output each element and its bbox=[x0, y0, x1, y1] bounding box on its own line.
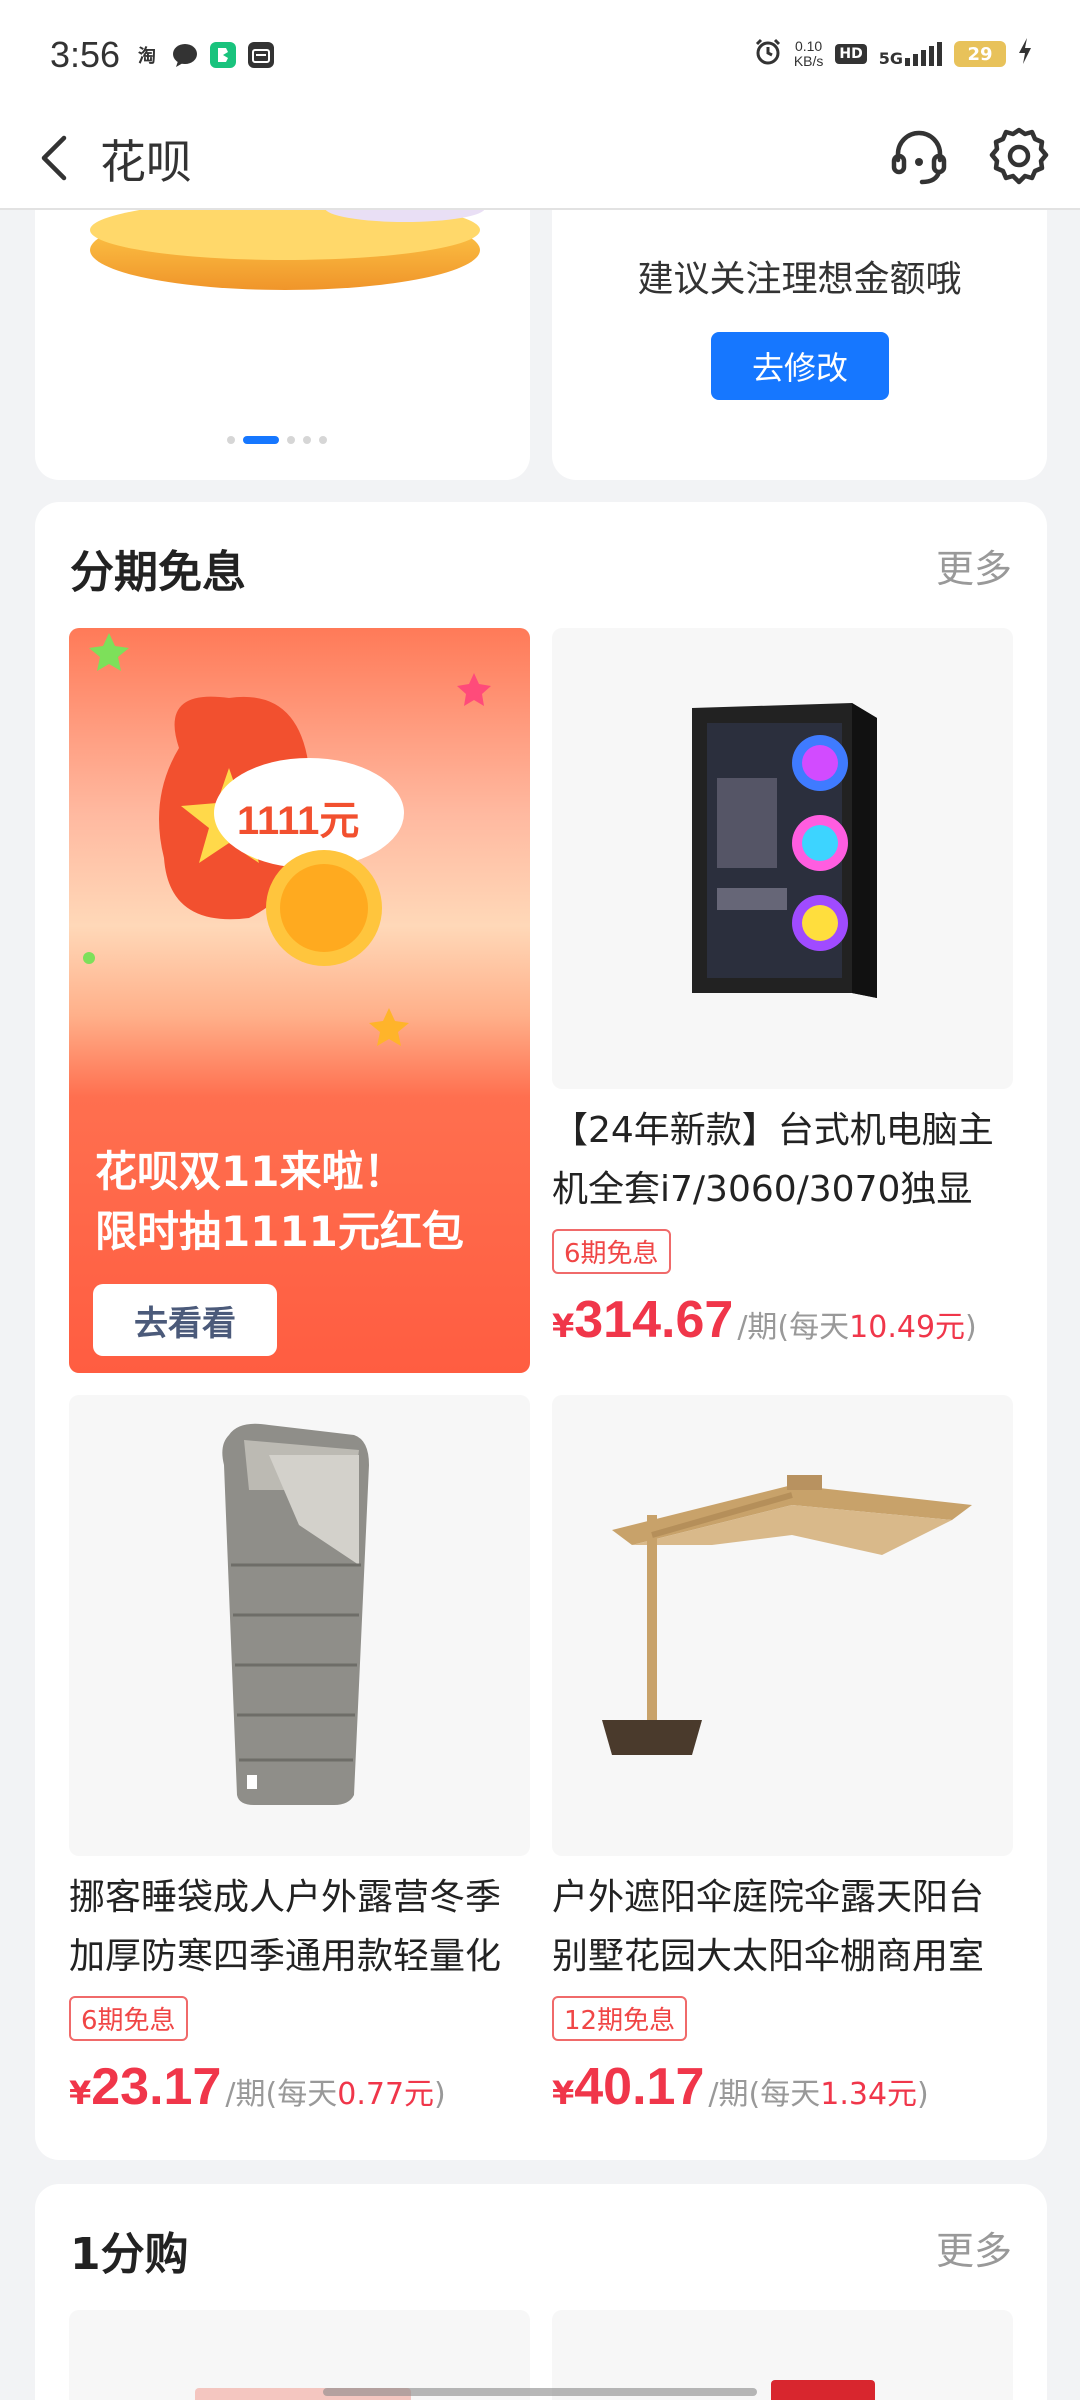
green-app-icon bbox=[210, 42, 236, 68]
ideal-amount-hint: 建议关注理想金额哦 bbox=[637, 259, 962, 300]
status-indicators: 0.10 KB/s HD 5G 29 bbox=[754, 38, 1032, 70]
status-time: 3:56 bbox=[50, 34, 121, 75]
product-image bbox=[552, 628, 1013, 1089]
section-title: 1分购 bbox=[70, 2229, 189, 2280]
hd-badge: HD bbox=[835, 44, 867, 64]
back-icon[interactable] bbox=[28, 128, 88, 188]
carousel-card[interactable] bbox=[35, 180, 530, 480]
daily-cost: (每天0.77元) bbox=[265, 2077, 446, 2112]
carousel-dot bbox=[287, 436, 295, 444]
battery-icon: 29 bbox=[954, 41, 1006, 67]
product-title: 挪客睡袋成人户外露营冬季加厚防寒四季通用款轻量化 bbox=[69, 1877, 502, 1977]
installment-tag: 6期免息 bbox=[69, 1996, 188, 2041]
daily-cost: (每天10.49元) bbox=[777, 1310, 977, 1345]
product-card[interactable]: 挪客睡袋成人户外露营冬季加厚防寒四季通用款轻量化 6期免息 ¥ 23.17 /期… bbox=[69, 1395, 530, 2117]
section-title: 分期免息 bbox=[70, 547, 246, 598]
carousel-dot bbox=[319, 436, 327, 444]
charging-icon bbox=[1018, 38, 1032, 70]
banner-subline: 限时抽1111元红包 bbox=[95, 1207, 464, 1256]
signal-indicator: 5G bbox=[878, 42, 942, 68]
installment-price: 40.17 bbox=[574, 2058, 705, 2116]
more-link[interactable]: 更多 bbox=[936, 2220, 1012, 2275]
currency-symbol: ¥ bbox=[552, 2074, 575, 2112]
currency-symbol: ¥ bbox=[69, 2074, 92, 2112]
banner-amount-bubble: 1111元 bbox=[237, 799, 360, 843]
modify-button[interactable]: 去修改 bbox=[711, 332, 889, 400]
product-card-partial[interactable] bbox=[552, 2310, 1013, 2400]
page-title: 花呗 bbox=[100, 135, 192, 189]
net-speed-value: 0.10 bbox=[794, 38, 823, 54]
installment-price: 23.17 bbox=[91, 2058, 222, 2116]
gold-pedestal-image bbox=[90, 200, 485, 290]
carousel-dot bbox=[227, 436, 235, 444]
installment-tag: 6期免息 bbox=[552, 1229, 671, 1274]
price-row: ¥ 314.67 /期 (每天10.49元) bbox=[552, 1290, 1013, 1350]
sleeping-bag-icon bbox=[222, 1423, 369, 1805]
status-bar: 3:56 淘 0.10 KB/s HD 5G 29 bbox=[0, 0, 1080, 112]
promo-banner[interactable]: 1111元 花呗双11来啦！ 限时抽1111元红包 去看看 bbox=[69, 628, 530, 1373]
product-image bbox=[69, 1395, 530, 1856]
currency-symbol: ¥ bbox=[552, 1307, 575, 1345]
product-card[interactable]: 【24年新款】台式机电脑主机全套i7/3060/3070独显 6期免息 ¥ 31… bbox=[552, 628, 1013, 1350]
price-unit: /期 bbox=[737, 1310, 778, 1345]
carousel-dot bbox=[303, 436, 311, 444]
carousel-dot-active bbox=[243, 436, 279, 444]
signal-bars-icon bbox=[905, 42, 942, 66]
home-indicator[interactable] bbox=[323, 2388, 757, 2396]
price-unit: /期 bbox=[225, 2077, 266, 2112]
net-type: 5G bbox=[878, 49, 903, 68]
one-cent-purchase-section: 1分购 更多 bbox=[35, 2184, 1047, 2400]
installment-price: 314.67 bbox=[574, 1291, 734, 1349]
umbrella-icon bbox=[602, 1475, 972, 1755]
notification-icons: 淘 bbox=[134, 42, 274, 68]
red-envelope-illustration bbox=[83, 633, 491, 1046]
banner-view-button[interactable]: 去看看 bbox=[93, 1284, 277, 1356]
product-card-partial[interactable] bbox=[69, 2310, 530, 2400]
product-card[interactable]: 户外遮阳伞庭院伞露天阳台别墅花园大太阳伞棚商用室 12期免息 ¥ 40.17 /… bbox=[552, 1395, 1013, 2117]
chat-bubble-icon bbox=[172, 42, 198, 68]
product-title: 户外遮阳伞庭院伞露天阳台别墅花园大太阳伞棚商用室 bbox=[552, 1877, 985, 1977]
price-row: ¥ 40.17 /期 (每天1.34元) bbox=[552, 2057, 1013, 2117]
alarm-icon bbox=[754, 38, 782, 70]
installment-tag: 12期免息 bbox=[552, 1996, 688, 2041]
product-image bbox=[552, 1395, 1013, 1856]
price-row: ¥ 23.17 /期 (每天0.77元) bbox=[69, 2057, 530, 2117]
daily-cost: (每天1.34元) bbox=[748, 2077, 929, 2112]
app-header: 花呗 bbox=[0, 112, 1080, 210]
product-title: 【24年新款】台式机电脑主机全套i7/3060/3070独显 bbox=[552, 1110, 994, 1210]
net-speed-unit: KB/s bbox=[793, 53, 824, 69]
price-unit: /期 bbox=[708, 2077, 749, 2112]
customer-service-icon[interactable] bbox=[886, 124, 952, 190]
banner-headline: 花呗双11来啦！ bbox=[95, 1147, 406, 1196]
network-speed: 0.10 KB/s bbox=[794, 39, 824, 69]
installment-free-section: 分期免息 更多 1111元 花呗双11来啦！ 限时抽1111元红包 去看看 【2… bbox=[35, 502, 1047, 2160]
more-link[interactable]: 更多 bbox=[936, 538, 1012, 593]
carousel-indicator bbox=[227, 436, 327, 444]
taobao-icon: 淘 bbox=[138, 46, 156, 67]
pc-case-icon bbox=[692, 703, 877, 998]
settings-gear-icon[interactable] bbox=[986, 124, 1052, 190]
product-image-partial bbox=[771, 2380, 875, 2400]
ideal-amount-card: 建议关注理想金额哦 去修改 bbox=[552, 180, 1047, 480]
wallet-icon bbox=[248, 42, 274, 68]
